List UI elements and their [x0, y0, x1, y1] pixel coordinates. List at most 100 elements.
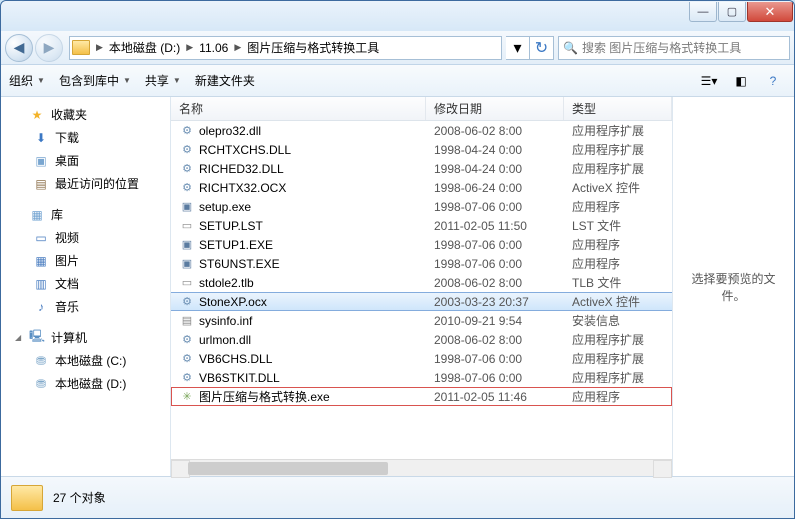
main: 名称 修改日期 类型 ⚙ olepro32.dll 2008-06-02 8:00 应… — [171, 97, 794, 476]
share-menu[interactable]: 共享▼ — [145, 72, 181, 89]
file-icon: ▤ — [179, 313, 195, 329]
breadcrumb-current[interactable]: 图片压缩与格式转换工具 — [243, 37, 383, 59]
search-icon: 🔍 — [563, 41, 578, 55]
include-menu[interactable]: 包含到库中▼ — [59, 72, 131, 89]
minimize-button[interactable]: — — [689, 2, 717, 22]
sidebar-favorites[interactable]: ★收藏夹 — [1, 103, 170, 126]
table-row[interactable]: ▤sysinfo.inf2010-09-21 9:54安装信息 — [171, 311, 672, 330]
view-options-button[interactable]: ☰▾ — [696, 70, 722, 92]
table-row[interactable]: ✳图片压缩与格式转换.exe2011-02-05 11:46应用程序 — [171, 387, 672, 406]
sidebar-item-videos[interactable]: ▭视频 — [1, 226, 170, 249]
file-name: olepro32.dll — [199, 124, 261, 138]
file-date: 1998-07-06 0:00 — [426, 371, 564, 385]
file-date: 1998-04-24 0:00 — [426, 162, 564, 176]
file-date: 2008-06-02 8:00 — [426, 124, 564, 138]
preview-pane-button[interactable]: ◧ — [728, 70, 754, 92]
file-date: 1998-07-06 0:00 — [426, 352, 564, 366]
table-row[interactable]: ▭ SETUP.LST 2011-02-05 11:50LST 文件 — [171, 216, 672, 235]
preview-pane: 选择要预览的文件。 — [672, 97, 794, 476]
video-icon: ▭ — [33, 231, 49, 245]
file-name: SETUP.LST — [199, 219, 263, 233]
file-icon: ⚙ — [179, 370, 195, 386]
file-date: 1998-07-06 0:00 — [426, 238, 564, 252]
table-row[interactable]: ⚙RICHTX32.OCX1998-06-24 0:00ActiveX 控件 — [171, 178, 672, 197]
file-name: setup.exe — [199, 200, 251, 214]
refresh-button[interactable]: ↻ — [530, 36, 554, 60]
file-type: ActiveX 控件 — [564, 179, 672, 196]
library-icon: ▦ — [29, 208, 45, 222]
scrollbar-thumb[interactable] — [188, 462, 388, 475]
sidebar-item-downloads[interactable]: ⬇下载 — [1, 126, 170, 149]
column-name[interactable]: 名称 — [171, 97, 426, 120]
collapse-icon: ◢ — [15, 333, 23, 342]
sidebar-computer[interactable]: ◢🖳计算机 — [1, 326, 170, 349]
folder-icon — [11, 485, 43, 511]
history-dropdown[interactable]: ▾ — [506, 36, 530, 60]
maximize-button[interactable]: ▢ — [718, 2, 746, 22]
status-bar: 27 个对象 — [1, 476, 794, 518]
table-row[interactable]: ▣SETUP1.EXE1998-07-06 0:00应用程序 — [171, 235, 672, 254]
file-date: 2011-02-05 11:50 — [426, 219, 564, 233]
table-row[interactable]: ⚙urlmon.dll2008-06-02 8:00应用程序扩展 — [171, 330, 672, 349]
file-name: ST6UNST.EXE — [199, 257, 280, 271]
breadcrumb-folder[interactable]: 11.06 — [195, 37, 232, 59]
sidebar-item-pictures[interactable]: ▦图片 — [1, 249, 170, 272]
file-date: 1998-04-24 0:00 — [426, 143, 564, 157]
file-icon: ▭ — [179, 218, 195, 234]
titlebar: — ▢ ✕ — [1, 1, 794, 31]
table-row[interactable]: ⚙RCHTXCHS.DLL1998-04-24 0:00应用程序扩展 — [171, 140, 672, 159]
file-icon: ✳ — [179, 389, 195, 405]
forward-button[interactable]: ▶ — [35, 34, 63, 62]
sidebar-item-music[interactable]: ♪音乐 — [1, 295, 170, 318]
table-row[interactable]: ⚙RICHED32.DLL1998-04-24 0:00应用程序扩展 — [171, 159, 672, 178]
file-name: 图片压缩与格式转换.exe — [199, 388, 330, 405]
file-list[interactable]: ⚙olepro32.dll2008-06-02 8:00应用程序扩展⚙RCHTX… — [171, 121, 672, 459]
close-button[interactable]: ✕ — [747, 2, 793, 22]
file-icon: ⚙ — [179, 161, 195, 177]
file-date: 1998-06-24 0:00 — [426, 181, 564, 195]
table-row[interactable]: ⚙VB6STKIT.DLL1998-07-06 0:00应用程序扩展 — [171, 368, 672, 387]
table-row[interactable]: ⚙StoneXP.ocx2003-03-23 20:37ActiveX 控件 — [171, 292, 672, 311]
newfolder-button[interactable]: 新建文件夹 — [195, 72, 255, 89]
file-name: VB6CHS.DLL — [199, 352, 272, 366]
table-row[interactable]: ⚙VB6CHS.DLL1998-07-06 0:00应用程序扩展 — [171, 349, 672, 368]
back-button[interactable]: ◀ — [5, 34, 33, 62]
sidebar-libraries[interactable]: ▦库 — [1, 203, 170, 226]
file-date: 2010-09-21 9:54 — [426, 314, 564, 328]
file-date: 1998-07-06 0:00 — [426, 257, 564, 271]
column-type[interactable]: 类型 — [564, 97, 672, 120]
table-row[interactable]: ⚙olepro32.dll2008-06-02 8:00应用程序扩展 — [171, 121, 672, 140]
file-date: 2011-02-05 11:46 — [426, 390, 564, 404]
sidebar-item-desktop[interactable]: ▣桌面 — [1, 149, 170, 172]
folder-icon — [72, 40, 90, 55]
sidebar-item-recent[interactable]: ▤最近访问的位置 — [1, 172, 170, 195]
help-button[interactable]: ? — [760, 70, 786, 92]
file-type: 应用程序 — [564, 198, 672, 215]
file-icon: ⚙ — [179, 180, 195, 196]
organize-menu[interactable]: 组织▼ — [9, 72, 45, 89]
table-row[interactable]: ▣setup.exe1998-07-06 0:00应用程序 — [171, 197, 672, 216]
sidebar-item-drive-d[interactable]: ⛃本地磁盘 (D:) — [1, 372, 170, 395]
sidebar-item-drive-c[interactable]: ⛃本地磁盘 (C:) — [1, 349, 170, 372]
breadcrumb-drive[interactable]: 本地磁盘 (D:) — [105, 37, 184, 59]
star-icon: ★ — [29, 108, 45, 122]
table-row[interactable]: ▭stdole2.tlb2008-06-02 8:00TLB 文件 — [171, 273, 672, 292]
recent-icon: ▤ — [33, 177, 49, 191]
chevron-down-icon: ▼ — [123, 76, 131, 85]
horizontal-scrollbar[interactable] — [171, 459, 672, 476]
file-type: 应用程序扩展 — [564, 350, 672, 367]
sidebar-item-documents[interactable]: ▥文档 — [1, 272, 170, 295]
file-name: SETUP1.EXE — [199, 238, 273, 252]
column-date[interactable]: 修改日期 — [426, 97, 564, 120]
table-row[interactable]: ▣ST6UNST.EXE1998-07-06 0:00应用程序 — [171, 254, 672, 273]
address-bar[interactable]: ▶ 本地磁盘 (D:) ▶ 11.06 ▶ 图片压缩与格式转换工具 — [69, 36, 502, 60]
file-type: 应用程序扩展 — [564, 160, 672, 177]
search-placeholder: 搜索 图片压缩与格式转换工具 — [582, 39, 741, 56]
music-icon: ♪ — [33, 300, 49, 314]
search-box[interactable]: 🔍 搜索 图片压缩与格式转换工具 — [558, 36, 790, 60]
file-type: LST 文件 — [564, 217, 672, 234]
computer-icon: 🖳 — [29, 331, 45, 345]
column-headers: 名称 修改日期 类型 — [171, 97, 672, 121]
drive-icon: ⛃ — [33, 354, 49, 368]
file-icon: ▣ — [179, 199, 195, 215]
